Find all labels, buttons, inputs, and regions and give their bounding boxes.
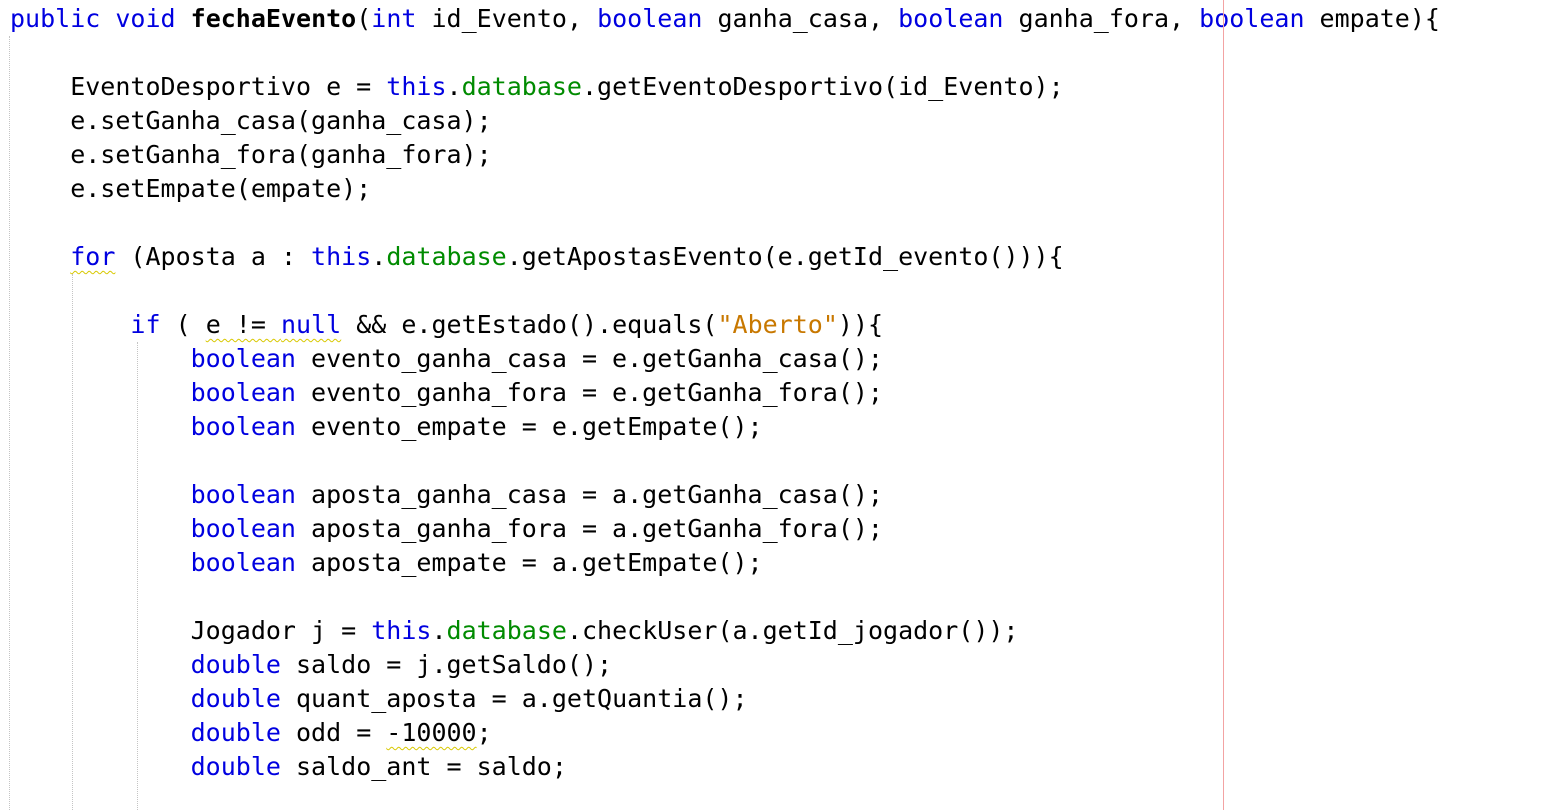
code-token: void (115, 4, 176, 33)
code-token: e.setGanha_casa(ganha_casa); (10, 106, 492, 135)
code-token: saldo_ant = saldo; (280, 752, 567, 781)
code-token: database (386, 242, 507, 271)
code-token: .checkUser(a.getId_jogador()); (566, 616, 1019, 645)
indent-guide (9, 36, 10, 810)
code-token: boolean (190, 412, 296, 441)
code-line[interactable]: double saldo_ant = saldo; (10, 750, 567, 784)
code-token: boolean (1199, 4, 1305, 33)
code-token: Jogador j = (10, 616, 372, 645)
code-token: ; (476, 718, 492, 747)
code-token: && e.getEstado().equals( (341, 310, 718, 339)
code-line[interactable]: for (Aposta a : this.database.getApostas… (10, 240, 1064, 274)
code-token: )){ (837, 310, 884, 339)
code-token: e != (205, 310, 281, 339)
code-token: boolean (898, 4, 1004, 33)
code-token: EventoDesportivo e = (10, 72, 387, 101)
code-token: double (190, 752, 281, 781)
code-token: aposta_empate = a.getEmpate(); (295, 548, 763, 577)
code-token: double (190, 718, 281, 747)
code-token: boolean (190, 378, 296, 407)
code-line[interactable]: boolean evento_empate = e.getEmpate(); (10, 410, 763, 444)
code-line[interactable]: double saldo = j.getSaldo(); (10, 648, 612, 682)
code-token: double (190, 684, 281, 713)
code-token: double (190, 650, 281, 679)
code-token: boolean (190, 548, 296, 577)
code-token: e.setEmpate(empate); (10, 174, 372, 203)
code-line[interactable]: e.setGanha_casa(ganha_casa); (10, 104, 492, 138)
right-margin-line (1223, 0, 1224, 810)
code-token: ( (160, 310, 206, 339)
code-token: empate){ (1304, 4, 1440, 33)
code-token: fechaEvento (190, 4, 357, 33)
code-line[interactable]: if ( e != null && e.getEstado().equals("… (10, 308, 883, 342)
code-token: ganha_fora, (1003, 4, 1200, 33)
code-token: . (371, 242, 387, 271)
code-token: this (371, 616, 432, 645)
code-token: aposta_ganha_fora = a.getGanha_fora(); (295, 514, 883, 543)
code-token: saldo = j.getSaldo(); (280, 650, 613, 679)
code-token: boolean (597, 4, 703, 33)
code-line[interactable]: boolean evento_ganha_casa = e.getGanha_c… (10, 342, 883, 376)
code-token: (Aposta a : (115, 242, 312, 271)
code-line[interactable]: double odd = -10000; (10, 716, 492, 750)
code-line[interactable]: boolean evento_ganha_fora = e.getGanha_f… (10, 376, 883, 410)
code-token: evento_ganha_casa = e.getGanha_casa(); (295, 344, 883, 373)
code-line[interactable]: public void fechaEvento(int id_Evento, b… (10, 2, 1440, 36)
code-line[interactable]: e.setGanha_fora(ganha_fora); (10, 138, 492, 172)
indent-guide (137, 342, 138, 810)
code-token: int (371, 4, 417, 33)
code-token: if (130, 310, 161, 339)
code-line[interactable]: boolean aposta_empate = a.getEmpate(); (10, 546, 763, 580)
code-token: . (431, 616, 447, 645)
indent-guide (72, 274, 73, 810)
code-token: evento_ganha_fora = e.getGanha_fora(); (295, 378, 883, 407)
code-token: id_Evento, (416, 4, 598, 33)
code-token: "Aberto" (717, 310, 838, 339)
code-token: ( (356, 4, 372, 33)
code-token: boolean (190, 514, 296, 543)
code-token: ganha_casa, (702, 4, 899, 33)
code-token: this (386, 72, 447, 101)
code-line[interactable]: boolean aposta_ganha_casa = a.getGanha_c… (10, 478, 883, 512)
code-line[interactable]: Jogador j = this.database.checkUser(a.ge… (10, 614, 1019, 648)
code-line[interactable]: EventoDesportivo e = this.database.getEv… (10, 70, 1064, 104)
code-token: this (311, 242, 372, 271)
code-token: null (280, 310, 342, 339)
code-token: public (10, 4, 101, 33)
code-token: quant_aposta = a.getQuantia(); (280, 684, 748, 713)
code-token: e.setGanha_fora(ganha_fora); (10, 140, 492, 169)
code-token: odd = (280, 718, 387, 747)
code-token: database (461, 72, 582, 101)
code-token: boolean (190, 480, 296, 509)
code-line[interactable]: boolean aposta_ganha_fora = a.getGanha_f… (10, 512, 883, 546)
code-token: .getEventoDesportivo(id_Evento); (582, 72, 1064, 101)
code-token: . (446, 72, 462, 101)
code-token: -10000 (386, 718, 477, 747)
code-token: aposta_ganha_casa = a.getGanha_casa(); (295, 480, 883, 509)
code-token: database (446, 616, 567, 645)
code-token: boolean (190, 344, 296, 373)
code-line[interactable]: e.setEmpate(empate); (10, 172, 371, 206)
code-token: .getApostasEvento(e.getId_evento())){ (506, 242, 1064, 271)
code-line[interactable]: double quant_aposta = a.getQuantia(); (10, 682, 748, 716)
code-token: for (70, 242, 116, 271)
code-token: evento_empate = e.getEmpate(); (295, 412, 763, 441)
